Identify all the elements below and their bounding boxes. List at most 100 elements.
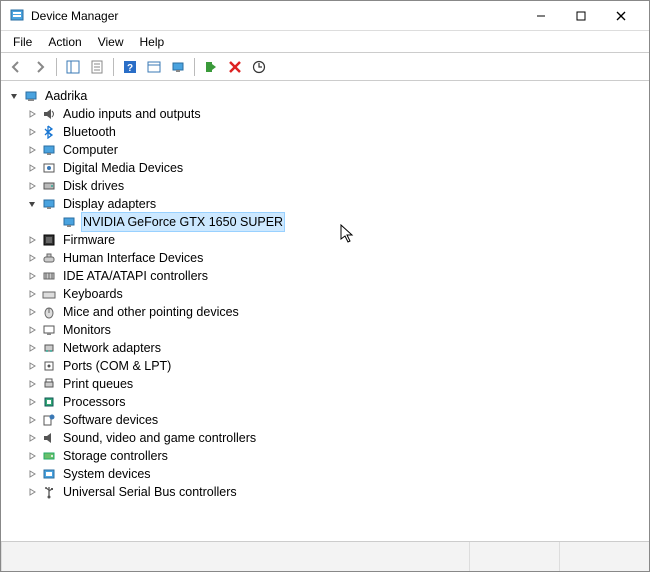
expand-arrow-icon[interactable] [25, 377, 39, 391]
maximize-button[interactable] [561, 2, 601, 30]
menu-help[interactable]: Help [132, 33, 173, 51]
tree-category[interactable]: Firmware [5, 231, 645, 249]
sound-icon [41, 430, 57, 446]
tree-root[interactable]: Aadrika [5, 87, 645, 105]
tree-category-label: Print queues [61, 375, 135, 393]
display-icon [41, 196, 57, 212]
tree-category-label: IDE ATA/ATAPI controllers [61, 267, 210, 285]
action-button[interactable] [143, 56, 165, 78]
software-icon [41, 412, 57, 428]
app-icon [9, 8, 25, 24]
expand-arrow-icon[interactable] [25, 251, 39, 265]
tree-category[interactable]: Bluetooth [5, 123, 645, 141]
expand-arrow-icon[interactable] [25, 269, 39, 283]
tree-category-label: Universal Serial Bus controllers [61, 483, 239, 501]
firmware-icon [41, 232, 57, 248]
expand-arrow-icon[interactable] [25, 467, 39, 481]
usb-icon [41, 484, 57, 500]
tree-category[interactable]: Universal Serial Bus controllers [5, 483, 645, 501]
tree-category-label: Human Interface Devices [61, 249, 205, 267]
expand-arrow-icon[interactable] [25, 431, 39, 445]
tree-category-label: Mice and other pointing devices [61, 303, 241, 321]
expand-arrow-icon[interactable] [25, 143, 39, 157]
tree-category[interactable]: Display adapters [5, 195, 645, 213]
update-driver-button[interactable] [248, 56, 270, 78]
toolbar: ? [1, 53, 649, 81]
expand-arrow-icon[interactable] [25, 197, 39, 211]
cpu-icon [41, 394, 57, 410]
tree-category-label: Disk drives [61, 177, 126, 195]
tree-category[interactable]: Ports (COM & LPT) [5, 357, 645, 375]
tree-category-label: Network adapters [61, 339, 163, 357]
tree-category-label: Monitors [61, 321, 113, 339]
tree-category[interactable]: Software devices [5, 411, 645, 429]
help-button[interactable]: ? [119, 56, 141, 78]
enable-device-button[interactable] [200, 56, 222, 78]
expand-arrow-icon[interactable] [25, 305, 39, 319]
tree-category[interactable]: Disk drives [5, 177, 645, 195]
tree-category-label: Ports (COM & LPT) [61, 357, 173, 375]
tree-device[interactable]: NVIDIA GeForce GTX 1650 SUPER [5, 213, 645, 231]
bluetooth-icon [41, 124, 57, 140]
expand-arrow-icon[interactable] [25, 233, 39, 247]
device-tree[interactable]: Aadrika Audio inputs and outputs Bluetoo… [1, 81, 649, 541]
tree-category[interactable]: Network adapters [5, 339, 645, 357]
expand-arrow-icon[interactable] [25, 449, 39, 463]
forward-button[interactable] [29, 56, 51, 78]
tree-category[interactable]: Print queues [5, 375, 645, 393]
tree-category-label: Audio inputs and outputs [61, 105, 203, 123]
tree-category[interactable]: Digital Media Devices [5, 159, 645, 177]
expand-arrow-icon[interactable] [25, 179, 39, 193]
menu-action[interactable]: Action [40, 33, 89, 51]
tree-category[interactable]: Computer [5, 141, 645, 159]
tree-category[interactable]: Audio inputs and outputs [5, 105, 645, 123]
expand-arrow-icon[interactable] [25, 359, 39, 373]
tree-category[interactable]: Sound, video and game controllers [5, 429, 645, 447]
uninstall-device-button[interactable] [224, 56, 246, 78]
printer-icon [41, 376, 57, 392]
tree-category-label: Display adapters [61, 195, 158, 213]
expand-arrow-icon[interactable] [25, 485, 39, 499]
menu-file[interactable]: File [5, 33, 40, 51]
expand-arrow-icon[interactable] [25, 107, 39, 121]
hid-icon [41, 250, 57, 266]
expand-arrow-icon[interactable] [25, 323, 39, 337]
expand-arrow-icon[interactable] [25, 395, 39, 409]
toolbar-separator [56, 58, 57, 76]
tree-category-label: Software devices [61, 411, 160, 429]
expand-arrow-icon[interactable] [7, 89, 21, 103]
tree-category[interactable]: Human Interface Devices [5, 249, 645, 267]
tree-category[interactable]: Storage controllers [5, 447, 645, 465]
properties-button[interactable] [86, 56, 108, 78]
expand-arrow-icon[interactable] [25, 341, 39, 355]
tree-category[interactable]: Monitors [5, 321, 645, 339]
close-button[interactable] [601, 2, 641, 30]
minimize-button[interactable] [521, 2, 561, 30]
tree-category[interactable]: Processors [5, 393, 645, 411]
menu-view[interactable]: View [90, 33, 132, 51]
expand-arrow-icon[interactable] [25, 413, 39, 427]
statusbar [1, 541, 649, 571]
expand-arrow-icon[interactable] [25, 287, 39, 301]
computer-icon [23, 88, 39, 104]
tree-category[interactable]: Keyboards [5, 285, 645, 303]
expand-arrow-icon[interactable] [25, 125, 39, 139]
ide-icon [41, 268, 57, 284]
tree-root-label: Aadrika [43, 87, 89, 105]
tree-category[interactable]: System devices [5, 465, 645, 483]
back-button[interactable] [5, 56, 27, 78]
media-icon [41, 160, 57, 176]
tree-category[interactable]: IDE ATA/ATAPI controllers [5, 267, 645, 285]
tree-category-label: Processors [61, 393, 128, 411]
tree-category-label: Digital Media Devices [61, 159, 185, 177]
tree-category-label: Computer [61, 141, 120, 159]
show-hide-tree-button[interactable] [62, 56, 84, 78]
scan-hardware-button[interactable] [167, 56, 189, 78]
toolbar-separator [113, 58, 114, 76]
expand-arrow-spacer [45, 215, 59, 229]
expand-arrow-icon[interactable] [25, 161, 39, 175]
window-title: Device Manager [31, 9, 521, 23]
monitor-icon [41, 322, 57, 338]
tree-category-label: Sound, video and game controllers [61, 429, 258, 447]
tree-category[interactable]: Mice and other pointing devices [5, 303, 645, 321]
